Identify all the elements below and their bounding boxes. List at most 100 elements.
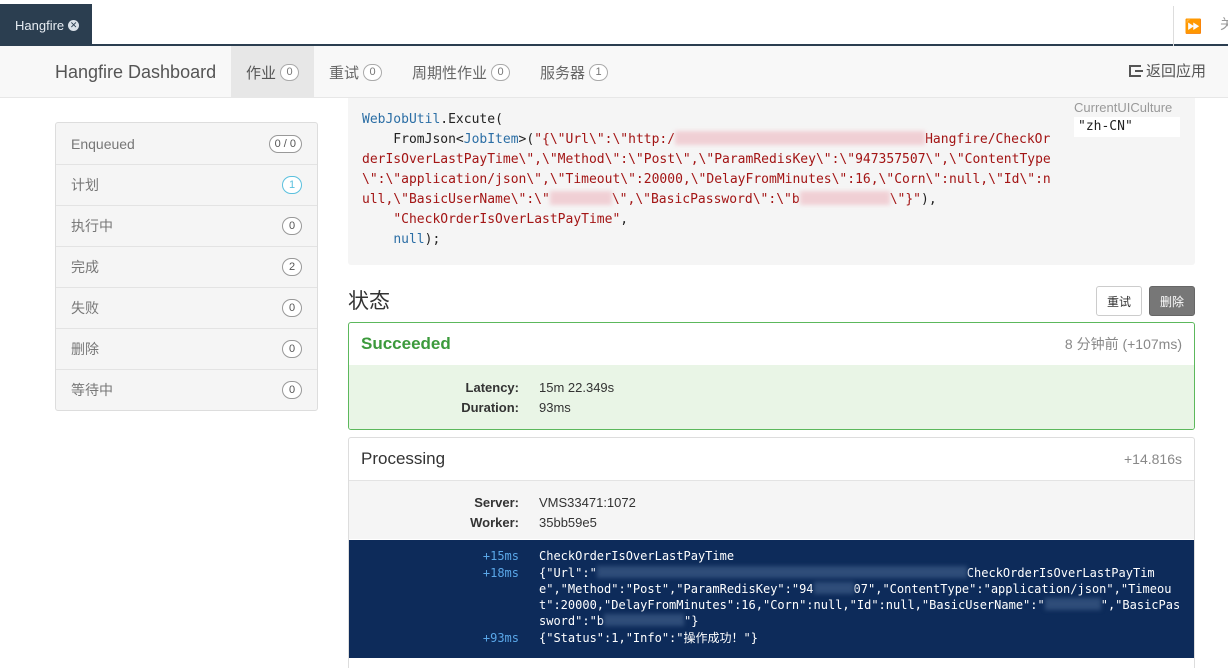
latency-value: 15m 22.349s [539, 380, 615, 395]
sidebar-count-badge: 0 [282, 340, 302, 358]
code-string: \"}" [889, 192, 921, 207]
redacted-region [549, 191, 612, 205]
worker-label: Worker: [470, 515, 519, 530]
sidebar-item-label: Enqueued [71, 135, 135, 152]
console-text: "} [684, 614, 699, 628]
job-state-sidebar: Enqueued 0 / 0 计划 1 执行中 0 完成 2 失败 0 删除 0… [55, 122, 318, 411]
status-heading: 状态 [348, 290, 390, 313]
state-time: 8 分钟前 (+107ms) [1064, 336, 1182, 352]
code-string: "CheckOrderIsOverLastPayTime" [393, 212, 621, 227]
redacted-region [799, 191, 890, 205]
back-to-app-link[interactable]: 返回应用 [1128, 46, 1206, 98]
sidebar-count-badge: 0 [282, 217, 302, 235]
brand-link[interactable]: Hangfire Dashboard [55, 46, 216, 98]
sidebar-item-awaiting[interactable]: 等待中 0 [56, 369, 317, 410]
browser-tab-title: Hangfire [15, 17, 65, 33]
redacted-region [813, 582, 854, 594]
state-body: Latency: 15m 22.349s Duration: 93ms [349, 365, 1194, 429]
truncated-tab-fragment: 关 [1220, 16, 1228, 32]
sidebar-item-enqueued[interactable]: Enqueued 0 / 0 [56, 123, 317, 164]
requeue-button[interactable]: 重试 [1096, 286, 1142, 316]
nav-count-badge: 1 [589, 63, 609, 81]
server-label: Server: [474, 495, 519, 510]
nav-count-badge: 0 [280, 63, 300, 81]
console-message: {"Url":" CheckOrderIsOverLastPayTime","Me… [539, 565, 1184, 629]
processing-state-panel: Processing +14.816s Server: VMS33471:107… [348, 437, 1195, 668]
code-text: ), [921, 192, 937, 207]
console-message: CheckOrderIsOverLastPayTime [539, 549, 735, 563]
sidebar-count-badge: 1 [282, 176, 302, 194]
nav-item-retries[interactable]: 重试 0 [314, 46, 397, 98]
console-timestamp: +15ms [482, 549, 519, 563]
code-string: \":\"application/json\",\"Timeout\":2000… [362, 172, 1051, 187]
code-text: , [620, 212, 629, 227]
nav-item-servers[interactable]: 服务器 1 [525, 46, 623, 98]
console-message: {"Status":1,"Info":"操作成功！"} [539, 631, 758, 645]
state-name: Processing [361, 449, 446, 468]
latency-label: Latency: [465, 380, 519, 395]
code-string: ull,\"BasicUserName\":\" [362, 192, 550, 207]
sidebar-item-processing[interactable]: 执行中 0 [56, 205, 317, 246]
culture-value: "zh-CN" [1074, 117, 1180, 137]
duration-label: Duration: [461, 400, 519, 415]
redacted-region [675, 131, 926, 145]
job-code-block: WebJobUtil.Excute( FromJson<JobItem>("{\… [348, 98, 1195, 265]
back-to-app-label: 返回应用 [1145, 63, 1206, 80]
worker-value: 35bb59e5 [539, 515, 597, 530]
code-text: FromJson< [362, 132, 464, 147]
nav-count-badge: 0 [363, 63, 383, 81]
main-nav: 作业 0 重试 0 周期性作业 0 服务器 1 [231, 46, 623, 98]
sidebar-item-label: 失败 [71, 300, 99, 316]
culture-label: CurrentUICulture [1074, 100, 1173, 115]
browser-tab-strip: Hangfire ✕ ⏩ 关 [0, 0, 1228, 46]
nav-item-recurring-jobs[interactable]: 周期性作业 0 [397, 46, 525, 98]
code-method: .Excute( [440, 112, 503, 127]
code-keyword: null [393, 232, 425, 247]
redacted-region [1044, 598, 1101, 610]
sidebar-item-succeeded[interactable]: 完成 2 [56, 246, 317, 287]
job-console-output: +15ms CheckOrderIsOverLastPayTime +18ms … [349, 540, 1194, 658]
browser-tab[interactable]: Hangfire ✕ [0, 4, 92, 46]
sidebar-count-badge: 2 [282, 258, 302, 276]
nav-item-label: 周期性作业 [412, 64, 488, 82]
duration-value: 93ms [539, 400, 571, 415]
navbar: Hangfire Dashboard 作业 0 重试 0 周期性作业 0 服务器… [0, 46, 1228, 98]
job-method-call: WebJobUtil.Excute( FromJson<JobItem>("{\… [362, 110, 1051, 250]
sidebar-item-failed[interactable]: 失败 0 [56, 287, 317, 328]
sidebar-item-label: 删除 [71, 341, 99, 357]
sign-out-icon [1128, 65, 1143, 77]
console-timestamp: +93ms [482, 631, 519, 645]
culture-parameter: CurrentUICulture "zh-CN" [1074, 100, 1180, 137]
server-value: VMS33471:1072 [539, 495, 636, 510]
code-string: \",\"BasicPassword\":\"b [611, 192, 800, 207]
code-string: "{\"Url\":\"http:/ [534, 132, 676, 147]
code-class-name: WebJobUtil [362, 112, 441, 127]
nav-count-badge: 0 [491, 63, 511, 81]
sidebar-item-deleted[interactable]: 删除 0 [56, 328, 317, 369]
state-time: +14.816s [1124, 451, 1182, 467]
nav-item-jobs[interactable]: 作业 0 [231, 46, 315, 98]
console-text: {"Url":" [539, 566, 597, 580]
sidebar-item-label: 完成 [71, 259, 99, 275]
sidebar-item-label: 执行中 [71, 218, 113, 234]
sidebar-item-scheduled[interactable]: 计划 1 [56, 164, 317, 205]
state-name: Succeeded [361, 334, 451, 353]
code-string: derIsOverLastPayTime\",\"Method\":\"Post… [362, 152, 1051, 167]
delete-button[interactable]: 删除 [1149, 286, 1195, 316]
nav-item-label: 重试 [329, 64, 360, 82]
state-header: Succeeded 8 分钟前 (+107ms) [349, 323, 1194, 365]
code-text: ); [424, 232, 441, 247]
sidebar-count-badge: 0 / 0 [268, 134, 302, 153]
nav-item-label: 作业 [246, 64, 277, 82]
state-body: Server: VMS33471:1072 Worker: 35bb59e5 [349, 480, 1194, 539]
succeeded-state-panel: Succeeded 8 分钟前 (+107ms) Latency: 15m 22… [348, 322, 1195, 430]
redacted-region [604, 614, 685, 626]
nav-item-label: 服务器 [540, 64, 586, 82]
redacted-region [596, 566, 967, 578]
close-icon[interactable]: ✕ [68, 19, 80, 31]
code-string: Hangfire/CheckOr [925, 132, 1051, 147]
console-timestamp: +18ms [482, 566, 519, 580]
sidebar-count-badge: 0 [282, 299, 302, 317]
fast-forward-icon[interactable]: ⏩ [1173, 6, 1213, 46]
state-header: Processing +14.816s [349, 438, 1194, 480]
